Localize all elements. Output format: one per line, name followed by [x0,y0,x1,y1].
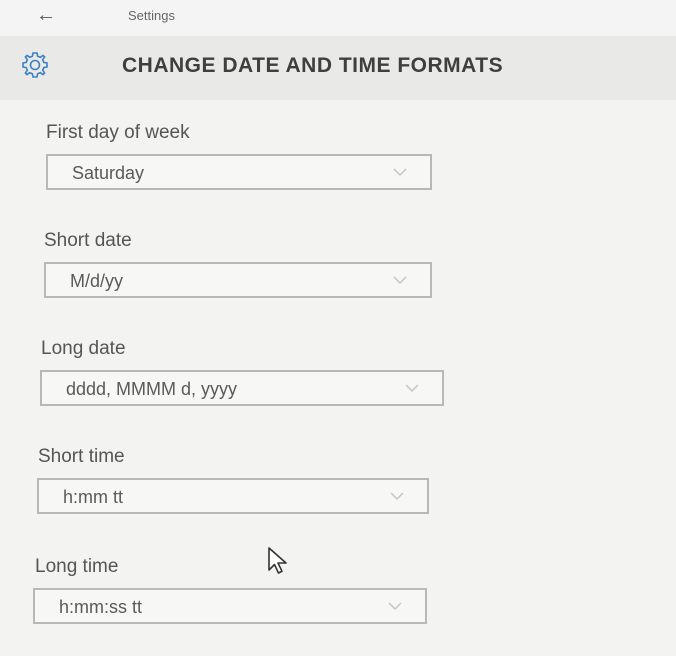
short-time-dropdown[interactable]: h:mm tt [37,478,429,514]
mouse-cursor-icon [268,547,287,574]
short-time-label: Short time [38,446,125,467]
page-header: CHANGE DATE AND TIME FORMATS [0,36,676,100]
short-date-value: M/d/yy [70,271,124,291]
short-date-label: Short date [44,230,132,251]
long-time-dropdown[interactable]: h:mm:ss tt [33,588,427,624]
long-date-label: Long date [41,338,126,359]
gear-icon [22,52,48,78]
chevron-down-icon [393,168,407,177]
long-time-value: h:mm:ss tt [59,597,143,617]
formats-panel: First day of week Saturday Short date M/… [0,100,676,656]
back-arrow-icon[interactable]: ← [36,3,56,27]
long-time-label: Long time [35,556,119,577]
chevron-down-icon [405,384,419,393]
chevron-down-icon [390,492,404,501]
long-date-dropdown[interactable]: dddd, MMMM d, yyyy [40,370,444,406]
short-date-dropdown[interactable]: M/d/yy [44,262,432,298]
first-day-of-week-label: First day of week [46,122,190,143]
first-day-of-week-dropdown[interactable]: Saturday [46,154,432,190]
chevron-down-icon [393,276,407,285]
first-day-of-week-value: Saturday [72,163,145,183]
page-title: CHANGE DATE AND TIME FORMATS [122,54,504,77]
short-time-value: h:mm tt [63,487,124,507]
chevron-down-icon [388,602,402,611]
title-bar: ← Settings [0,0,676,36]
app-title: Settings [128,8,175,23]
settings-page: ← Settings CHANGE DATE AND TIME FORMATS … [0,0,676,656]
long-date-value: dddd, MMMM d, yyyy [66,379,238,399]
